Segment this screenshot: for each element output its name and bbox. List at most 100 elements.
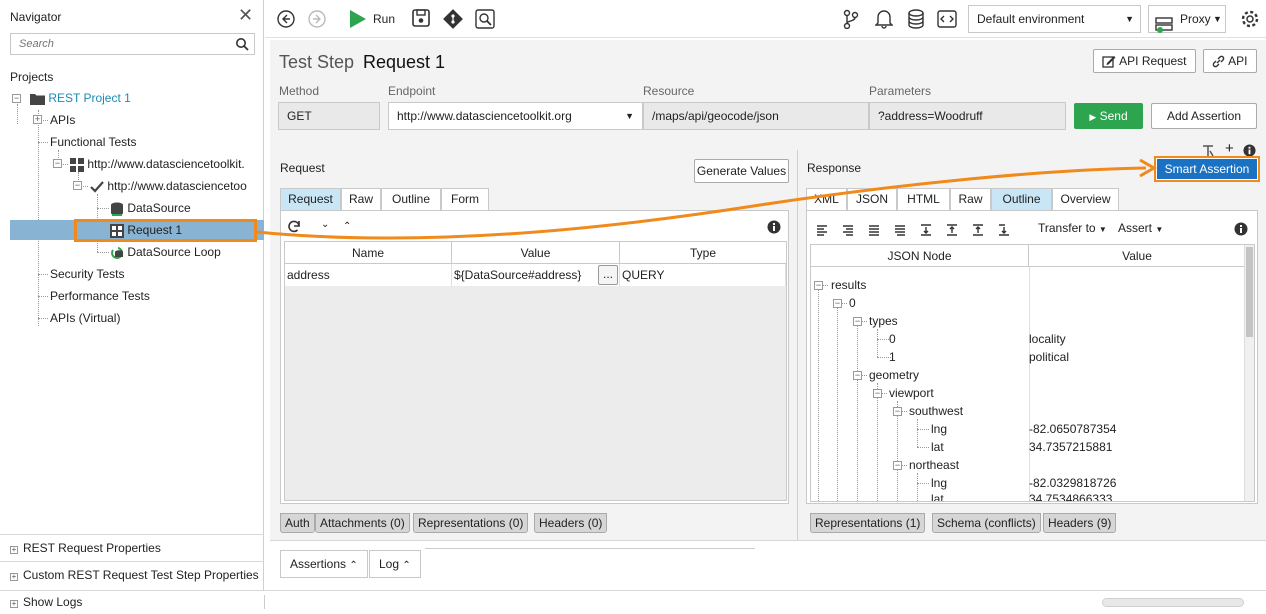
horizontal-scrollbar[interactable] — [1102, 598, 1244, 607]
tree-item-datasource-loop[interactable]: DataSource Loop — [110, 242, 221, 262]
collapse-icon[interactable]: − — [853, 371, 862, 380]
api-button[interactable]: API — [1203, 49, 1257, 73]
tree-item-apis[interactable]: APIs — [50, 110, 75, 130]
back-icon[interactable] — [276, 9, 296, 29]
tab-overview[interactable]: Overview — [1052, 188, 1119, 210]
parameters-field[interactable]: ?address=Woodruff — [869, 102, 1066, 130]
align-bottom-icon[interactable] — [868, 222, 880, 236]
tab-request[interactable]: Request — [280, 188, 341, 210]
param-type-cell[interactable]: QUERY — [620, 264, 786, 286]
json-node-northeast[interactable]: northeast — [909, 456, 959, 474]
endpoint-select[interactable]: http://www.datasciencetoolkit.org ▼ — [388, 102, 643, 130]
transfer-to-dropdown[interactable]: Transfer to ▼ — [1038, 221, 1107, 235]
ellipsis-button[interactable]: ... — [598, 265, 618, 285]
tab-headers[interactable]: Headers (9) — [1043, 513, 1117, 533]
json-node-results[interactable]: results — [831, 276, 866, 294]
proxy-button[interactable]: Proxy ▼ — [1148, 5, 1226, 33]
splitter[interactable] — [797, 150, 798, 540]
chevron-down-icon[interactable]: ⌄ — [321, 219, 329, 230]
plus-icon[interactable]: + — [1225, 140, 1234, 157]
scrollbar-thumb[interactable] — [1246, 247, 1253, 337]
collapse-all-icon[interactable] — [946, 222, 958, 236]
collapse-icon[interactable]: − — [833, 299, 842, 308]
json-value[interactable]: political — [1029, 348, 1069, 366]
collapse-icon[interactable]: − — [893, 407, 902, 416]
tab-html[interactable]: HTML — [897, 188, 950, 210]
tab-attachments[interactable]: Attachments (0) — [315, 513, 410, 533]
tree-item-project[interactable]: REST Project 1 — [30, 88, 131, 108]
close-icon[interactable]: ✕ — [238, 6, 253, 24]
git-icon[interactable] — [443, 9, 463, 29]
collapse-icon[interactable]: − — [853, 317, 862, 326]
navigator-search[interactable] — [10, 33, 255, 55]
collapse-icon[interactable]: − — [873, 389, 882, 398]
code-icon[interactable] — [937, 9, 957, 29]
expand-icon[interactable]: + — [33, 115, 42, 124]
json-node-index[interactable]: 0 — [849, 294, 856, 312]
send-button[interactable]: ▶ Send — [1074, 103, 1143, 129]
move-down-icon[interactable] — [998, 222, 1010, 236]
tree-item-functional-tests[interactable]: Functional Tests — [50, 132, 137, 152]
tab-representations[interactable]: Representations (1) — [810, 513, 926, 533]
tree-item-datasource[interactable]: DataSource — [110, 198, 191, 218]
show-logs-toggle[interactable]: + Show Logs — [10, 595, 82, 609]
json-node-viewport[interactable]: viewport — [889, 384, 934, 402]
tab-raw[interactable]: Raw — [341, 188, 381, 210]
custom-properties-toggle[interactable]: + Custom REST Request Test Step Propertie… — [0, 561, 264, 587]
tab-assertions[interactable]: Assertions ⌃ — [280, 550, 368, 578]
json-value[interactable]: -82.0650787354 — [1029, 420, 1116, 438]
tree-item-performance-tests[interactable]: Performance Tests — [50, 286, 150, 306]
tab-form[interactable]: Form — [441, 188, 489, 210]
param-value-cell[interactable]: ${DataSource#address} ... — [452, 264, 620, 286]
forward-icon[interactable] — [307, 9, 327, 29]
tree-item-test-suite[interactable]: http://www.datasciencetoolkit. — [70, 154, 245, 174]
info-icon[interactable] — [767, 219, 781, 234]
json-value[interactable]: 34.7534866333 — [1029, 490, 1112, 501]
tree-item-security-tests[interactable]: Security Tests — [50, 264, 124, 284]
tab-xml[interactable]: XML — [806, 188, 847, 210]
tab-headers[interactable]: Headers (0) — [534, 513, 608, 533]
database-icon[interactable] — [907, 9, 925, 29]
tab-outline[interactable]: Outline — [991, 188, 1052, 210]
info-icon[interactable] — [1234, 221, 1248, 236]
json-node-types-1[interactable]: 1 — [889, 348, 896, 366]
tree-item-test-case[interactable]: http://www.datasciencetoo — [90, 176, 247, 196]
generate-values-button[interactable]: Generate Values — [694, 159, 789, 183]
tab-outline[interactable]: Outline — [381, 188, 441, 210]
tab-log[interactable]: Log ⌃ — [369, 550, 421, 578]
smart-assertion-button[interactable]: Smart Assertion — [1154, 156, 1260, 182]
assert-dropdown[interactable]: Assert ▼ — [1118, 221, 1163, 235]
collapse-icon[interactable]: − — [73, 181, 82, 190]
run-icon[interactable] — [349, 9, 367, 29]
add-assertion-button[interactable]: Add Assertion — [1151, 103, 1257, 129]
expand-all-icon[interactable] — [920, 222, 932, 236]
json-value[interactable]: locality — [1029, 330, 1066, 348]
tab-representations[interactable]: Representations (0) — [413, 513, 529, 533]
gear-icon[interactable] — [1240, 9, 1260, 29]
json-value[interactable]: 34.7357215881 — [1029, 438, 1112, 456]
tab-json[interactable]: JSON — [847, 188, 897, 210]
collapse-icon[interactable]: − — [893, 461, 902, 470]
json-node-southwest[interactable]: southwest — [909, 402, 963, 420]
tab-raw[interactable]: Raw — [950, 188, 991, 210]
chevron-up-icon[interactable]: ⌃ — [343, 221, 351, 232]
json-node-lng[interactable]: lng — [931, 420, 947, 438]
bell-icon[interactable] — [875, 9, 893, 29]
rest-request-properties-toggle[interactable]: + REST Request Properties — [0, 534, 264, 560]
environment-select[interactable]: Default environment ▼ — [968, 5, 1141, 33]
align-middle-icon[interactable] — [842, 222, 854, 236]
format-icon[interactable] — [1202, 143, 1214, 157]
vertical-scrollbar[interactable] — [1244, 245, 1254, 501]
tab-schema[interactable]: Schema (conflicts) — [932, 513, 1041, 533]
param-name-cell[interactable]: address — [285, 264, 452, 286]
resource-field[interactable]: /maps/api/geocode/json — [643, 102, 869, 130]
tree-item-apis-virtual[interactable]: APIs (Virtual) — [50, 308, 120, 328]
json-node-geometry[interactable]: geometry — [869, 366, 919, 384]
search-endpoint-icon[interactable] — [475, 9, 495, 29]
list-icon[interactable] — [894, 222, 906, 236]
collapse-icon[interactable]: − — [53, 159, 62, 168]
json-node-lat[interactable]: lat — [931, 438, 944, 456]
json-node-types-0[interactable]: 0 — [889, 330, 896, 348]
api-request-button[interactable]: API Request — [1093, 49, 1196, 73]
json-node-lat[interactable]: lat — [931, 490, 944, 501]
